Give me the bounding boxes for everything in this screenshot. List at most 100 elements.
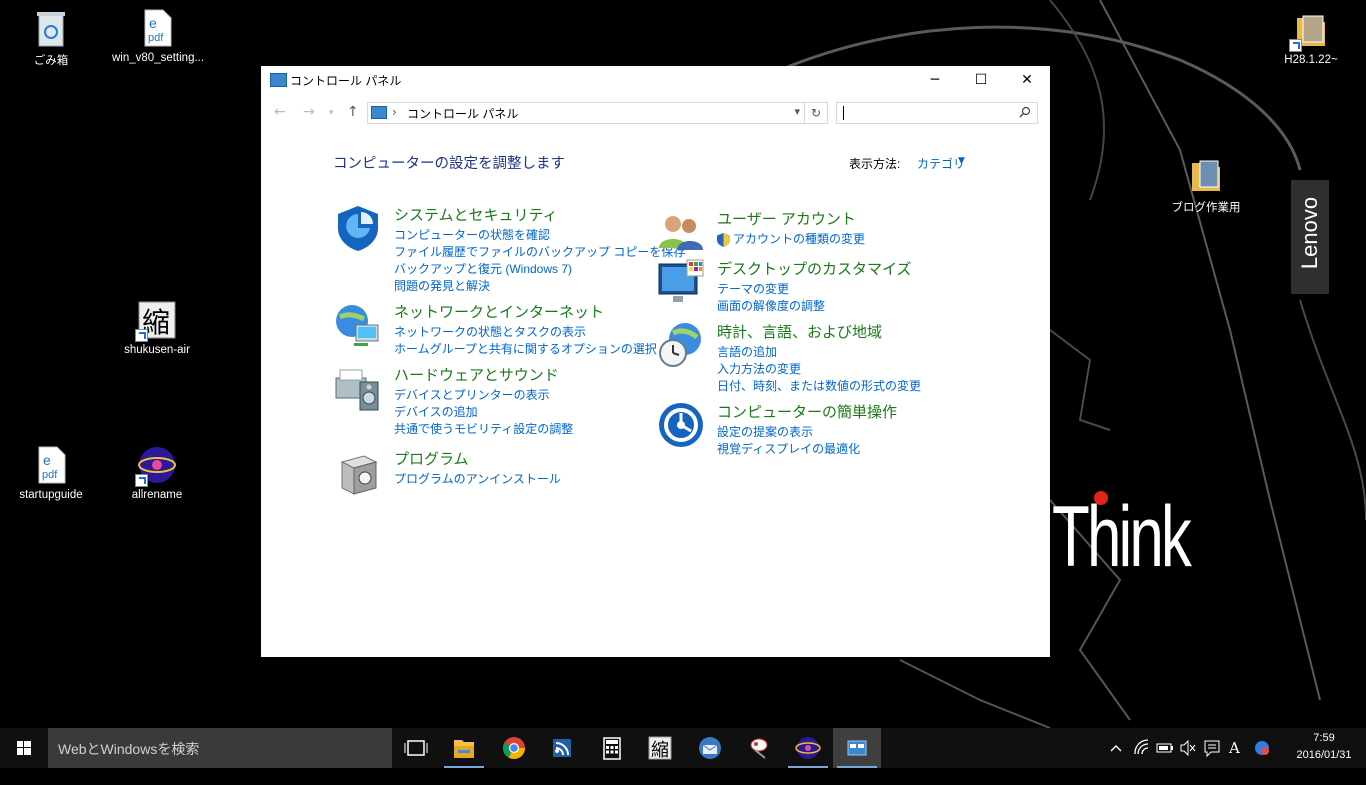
windows-logo-icon [17, 741, 31, 755]
show-hidden-icons-button[interactable] [1108, 728, 1124, 768]
clock-date: 2016/01/31 [1296, 749, 1352, 761]
category-link[interactable]: 入力方法の変更 [717, 361, 921, 378]
shortcut-arrow-icon [135, 474, 148, 487]
task-view-button[interactable] [392, 728, 440, 768]
close-button[interactable]: ✕ [1004, 66, 1050, 94]
desktop-icon-h28-folder[interactable]: H28.1.22~ [1266, 10, 1356, 66]
category-link[interactable]: 画面の解像度の調整 [717, 298, 825, 315]
category-link[interactable]: 共通で使うモビリティ設定の調整 [394, 421, 573, 438]
taskbar-clock[interactable]: 7:59 2016/01/31 [1284, 730, 1364, 764]
desktop-icon-blog-folder[interactable]: ブログ作業用 [1161, 155, 1251, 215]
control-panel-window: コントロール パネル ─ ☐ ✕ ← → ▾ ↑ › コントロール パネル ▾ … [261, 66, 1050, 657]
address-row: ← → ▾ ↑ › コントロール パネル ▾ ↻ [261, 100, 1050, 126]
taskbar-chrome[interactable] [490, 728, 538, 768]
rss-reader-icon [553, 739, 571, 757]
shield-icon[interactable] [334, 204, 382, 252]
taskbar-rss-reader[interactable] [538, 728, 586, 768]
category-title[interactable]: 時計、言語、および地域 [717, 321, 882, 342]
address-bar[interactable]: › コントロール パネル ▾ ↻ [367, 102, 828, 124]
category-link[interactable]: 問題の発見と解決 [394, 278, 685, 295]
folder-icon [454, 740, 474, 758]
refresh-button[interactable]: ↻ [804, 103, 827, 123]
tray-app[interactable] [1252, 728, 1272, 768]
desktop-icon-win-v80[interactable]: e pdf win_v80_setting... [112, 8, 205, 64]
taskbar-calculator[interactable] [588, 728, 636, 768]
monitor-palette-icon[interactable] [657, 258, 705, 306]
pdf-file-icon: e pdf [31, 445, 71, 485]
breadcrumb-control-panel[interactable]: コントロール パネル [407, 105, 518, 122]
clock-time: 7:59 [1313, 732, 1335, 744]
taskbar-shukusen[interactable]: 縮 [636, 728, 684, 768]
control-panel-icon [270, 73, 287, 87]
category-link[interactable]: デバイスとプリンターの表示 [394, 387, 573, 404]
recent-locations-dropdown[interactable]: ▾ [329, 108, 334, 118]
category-link[interactable]: ファイル履歴でファイルのバックアップ コピーを保存 [394, 244, 685, 261]
battery-icon [1156, 743, 1173, 753]
category-title[interactable]: ユーザー アカウント [717, 208, 856, 229]
category-link[interactable]: デバイスの追加 [394, 404, 573, 421]
category-link[interactable]: 視覚ディスプレイの最適化 [717, 441, 860, 458]
taskbar-paint-tool[interactable] [735, 728, 783, 768]
wifi-status[interactable] [1132, 728, 1150, 768]
desktop-icon-label: H28.1.22~ [1284, 54, 1338, 66]
users-icon[interactable] [657, 208, 705, 256]
back-button[interactable]: ← [274, 104, 286, 120]
category-link[interactable]: ネットワークの状態とタスクの表示 [394, 324, 657, 341]
calculator-icon [603, 737, 621, 760]
category-link[interactable]: 日付、時刻、または数値の形式の変更 [717, 378, 921, 395]
desktop-icon-label: win_v80_setting... [112, 52, 205, 64]
network-globe-icon[interactable] [334, 301, 382, 349]
search-icon[interactable] [1019, 106, 1031, 118]
printer-speaker-icon[interactable] [334, 364, 382, 412]
ease-of-access-icon[interactable] [657, 401, 705, 449]
start-button[interactable] [0, 728, 48, 768]
folder-icon [1186, 155, 1226, 195]
shukusen-icon: 縮 [648, 736, 672, 761]
search-input[interactable] [836, 102, 1038, 124]
volume-control[interactable] [1179, 728, 1197, 768]
address-dropdown-icon[interactable]: ▾ [794, 105, 800, 118]
category-link[interactable]: バックアップと復元 (Windows 7) [394, 261, 685, 278]
globe-clock-icon[interactable] [657, 321, 705, 369]
category-link[interactable]: ホームグループと共有に関するオプションの選択 [394, 341, 657, 358]
taskbar-control-panel[interactable] [833, 728, 881, 768]
action-center-button[interactable] [1203, 728, 1221, 768]
battery-status[interactable] [1156, 728, 1174, 768]
allrename-icon [135, 445, 177, 487]
ime-indicator[interactable]: A [1229, 728, 1240, 768]
maximize-button[interactable]: ☐ [958, 66, 1004, 94]
category-title[interactable]: プログラム [394, 448, 469, 469]
category-title[interactable]: デスクトップのカスタマイズ [717, 258, 912, 279]
desktop-icon-recycle-bin[interactable]: ごみ箱 [6, 8, 96, 68]
up-button[interactable]: ↑ [347, 104, 359, 120]
cloud-app-icon [1255, 741, 1269, 755]
desktop-icon-startupguide[interactable]: e pdf startupguide [6, 445, 96, 501]
chrome-icon [503, 737, 525, 759]
title-bar[interactable]: コントロール パネル ─ ☐ ✕ [261, 66, 1050, 94]
category-link[interactable]: テーマの変更 [717, 281, 825, 298]
desktop-icon-label: allrename [131, 489, 183, 501]
forward-button[interactable]: → [303, 104, 315, 120]
view-by-chevron-down-icon[interactable]: ▼ [958, 156, 965, 166]
taskbar-allrename[interactable] [784, 728, 832, 768]
category-title[interactable]: ネットワークとインターネット [394, 301, 604, 322]
category-link[interactable]: 言語の追加 [717, 344, 921, 361]
category-title[interactable]: システムとセキュリティ [394, 204, 558, 225]
category-title[interactable]: ハードウェアとサウンド [394, 364, 559, 385]
category-link[interactable]: プログラムのアンインストール [394, 471, 561, 488]
category-link[interactable]: アカウントの種類の変更 [717, 231, 865, 248]
shortcut-arrow-icon [135, 329, 148, 342]
minimize-button[interactable]: ─ [912, 66, 958, 94]
category-link[interactable]: コンピューターの状態を確認 [394, 227, 685, 244]
notification-icon [1204, 740, 1220, 758]
breadcrumb-separator-icon: › [392, 105, 397, 119]
category-link[interactable]: 設定の提案の表示 [717, 424, 860, 441]
taskbar-thunderbird[interactable] [686, 728, 734, 768]
taskbar-file-explorer[interactable] [440, 728, 488, 768]
allrename-icon [795, 737, 821, 759]
taskbar-search-box[interactable]: WebとWindowsを検索 [48, 728, 392, 768]
programs-box-icon[interactable] [334, 448, 382, 496]
desktop-icon-shukusen-air[interactable]: 縮 shukusen-air [112, 300, 202, 356]
category-title[interactable]: コンピューターの簡単操作 [717, 401, 897, 422]
desktop-icon-allrename[interactable]: allrename [112, 445, 202, 501]
